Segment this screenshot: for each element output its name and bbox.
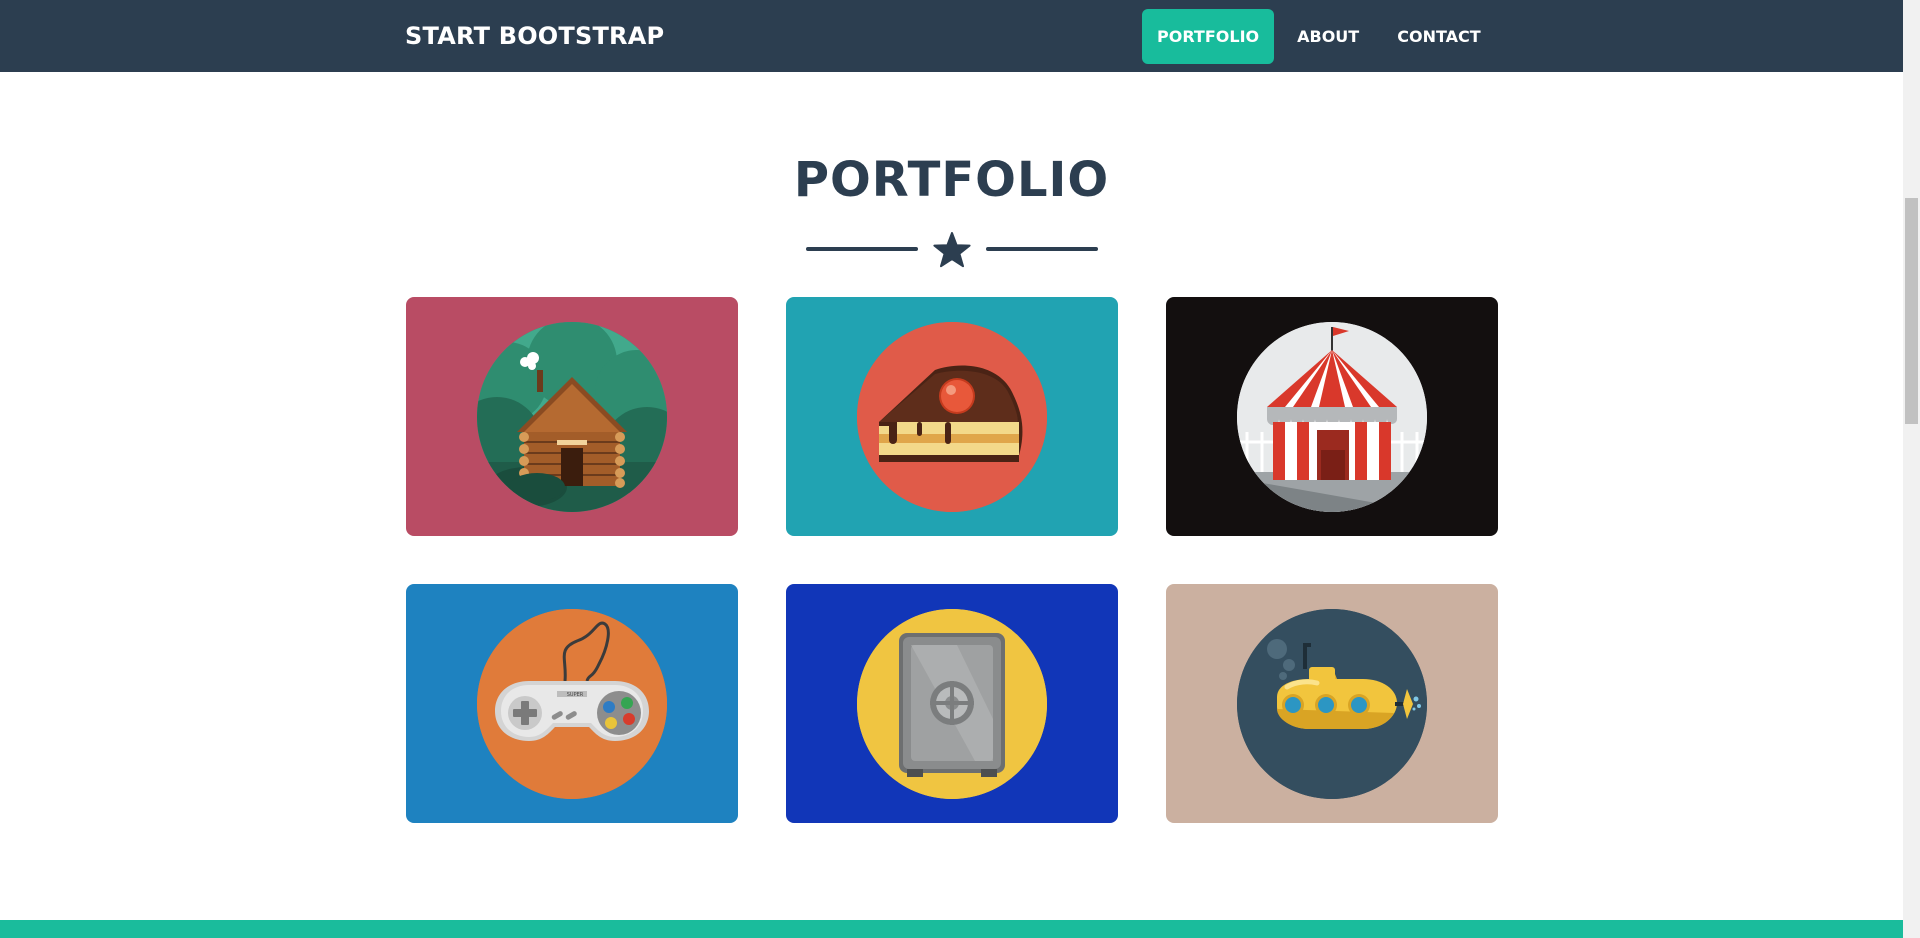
circus-tent-icon <box>1237 322 1427 512</box>
portfolio-circle <box>857 322 1047 512</box>
portfolio-circle: SUPER <box>477 609 667 799</box>
scrollbar-thumb[interactable] <box>1905 198 1918 424</box>
log-cabin-icon <box>477 322 667 512</box>
portfolio-circle <box>857 609 1047 799</box>
brand-link[interactable]: START BOOTSTRAP <box>405 22 664 50</box>
svg-text:SUPER: SUPER <box>567 692 584 698</box>
star-icon <box>933 232 971 268</box>
submarine-icon <box>1237 609 1427 799</box>
portfolio-item-submarine[interactable] <box>1166 584 1498 823</box>
safe-icon <box>857 609 1047 799</box>
nav-menu: PORTFOLIO ABOUT CONTACT <box>1142 9 1504 64</box>
portfolio-item-safe[interactable] <box>786 584 1118 823</box>
portfolio-item-cake[interactable] <box>786 297 1118 536</box>
portfolio-circle <box>1237 609 1427 799</box>
portfolio-item-circus[interactable] <box>1166 297 1498 536</box>
footer-accent-bar <box>0 920 1903 938</box>
portfolio-item-cabin[interactable] <box>406 297 738 536</box>
navbar: START BOOTSTRAP PORTFOLIO ABOUT CONTACT <box>0 0 1903 72</box>
divider-line-left <box>806 247 918 251</box>
heading-divider <box>805 232 1099 268</box>
divider-line-right <box>986 247 1098 251</box>
portfolio-circle <box>477 322 667 512</box>
nav-about[interactable]: ABOUT <box>1282 9 1374 64</box>
section-heading: PORTFOLIO <box>793 152 1110 208</box>
nav-contact[interactable]: CONTACT <box>1382 9 1495 64</box>
portfolio-item-controller[interactable]: SUPER <box>406 584 738 823</box>
cake-icon <box>857 322 1047 512</box>
game-controller-icon: SUPER <box>477 609 667 799</box>
nav-portfolio[interactable]: PORTFOLIO <box>1142 9 1275 64</box>
portfolio-circle <box>1237 322 1427 512</box>
scrollbar[interactable] <box>1903 0 1920 938</box>
